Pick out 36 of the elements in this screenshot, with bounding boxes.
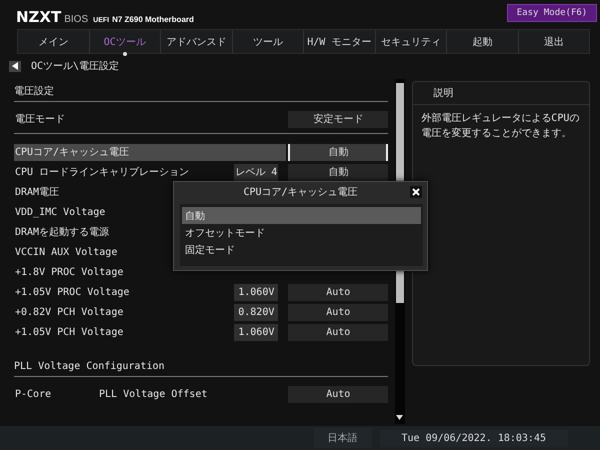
dialog-option[interactable]: 固定モード: [182, 241, 421, 258]
setting-label[interactable]: CPUコア/キャッシュ電圧: [14, 144, 286, 160]
easy-mode-button[interactable]: Easy Mode(F6): [507, 4, 597, 22]
voltage-value: 1.060V: [234, 324, 278, 340]
voltage-value: レベル 4: [234, 164, 278, 180]
voltage-value: 0.820V: [234, 304, 278, 320]
section-heading: 電圧設定: [14, 84, 54, 98]
setting-dropdown[interactable]: Auto: [288, 304, 388, 320]
brand-logo: NZXT: [16, 8, 62, 26]
dialog-title: CPUコア/キャッシュ電圧: [243, 186, 358, 199]
back-button[interactable]: [9, 60, 21, 72]
voltage-value: 1.060V: [234, 284, 278, 300]
help-title: 説明: [433, 86, 454, 100]
setting-label[interactable]: +1.05V PROC Voltage: [14, 284, 232, 300]
scroll-down-icon[interactable]: [396, 415, 404, 420]
setting-label[interactable]: P-Core PLL Voltage Offset: [14, 386, 286, 402]
date-time: Tue 09/06/2022. 18:03:45: [380, 430, 568, 446]
setting-dropdown[interactable]: Auto: [288, 324, 388, 340]
model-name: N7 Z690 Motherboard: [112, 15, 194, 24]
close-button[interactable]: [410, 186, 422, 198]
setting-dropdown[interactable]: Auto: [288, 386, 388, 402]
setting-dropdown[interactable]: 自動: [288, 164, 388, 180]
setting-label[interactable]: 電圧モード: [14, 110, 286, 128]
setting-label[interactable]: +1.05V PCH Voltage: [14, 324, 232, 340]
dialog-option[interactable]: オフセットモード: [182, 224, 421, 241]
setting-dropdown[interactable]: 自動: [288, 144, 388, 160]
bios-label: BIOS: [64, 14, 88, 25]
setting-dropdown[interactable]: Auto: [288, 284, 388, 300]
setting-dropdown[interactable]: 安定モード: [288, 110, 388, 128]
section-heading: PLL Voltage Configuration: [14, 360, 165, 372]
language-selector[interactable]: 日本語: [314, 428, 372, 448]
breadcrumb: OCツール\電圧設定: [31, 60, 120, 73]
dialog-option[interactable]: 自動: [182, 207, 421, 224]
setting-label[interactable]: CPU ロードラインキャリブレーション: [14, 164, 232, 180]
setting-label[interactable]: +0.82V PCH Voltage: [14, 304, 232, 320]
help-text: 外部電圧レギュレータによるCPUの電圧を変更することができます。: [421, 112, 580, 141]
